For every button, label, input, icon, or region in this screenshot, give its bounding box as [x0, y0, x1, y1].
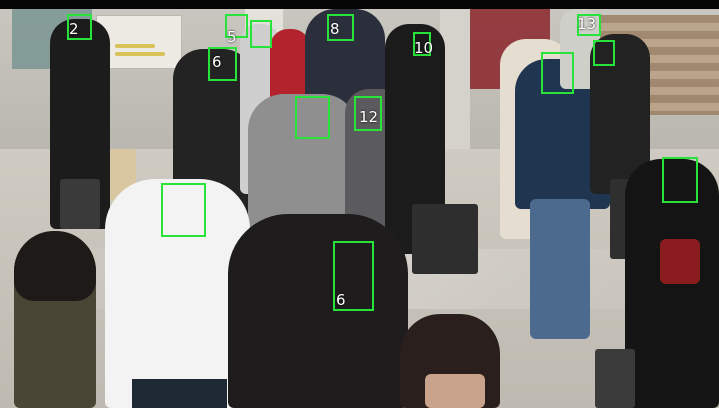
- face-id-label: 8: [330, 20, 340, 38]
- face-detection-box: [541, 52, 574, 94]
- person: [228, 214, 408, 408]
- face-id-label: 12: [359, 108, 379, 126]
- face-detection-box: [161, 183, 206, 237]
- person: [425, 374, 485, 408]
- face-id-label: 6: [212, 53, 222, 71]
- person: [132, 379, 227, 408]
- face-detection-box: [662, 157, 698, 203]
- face-id-label: 13: [577, 15, 597, 33]
- luggage: [595, 349, 635, 408]
- face-id-label: 6: [336, 291, 346, 309]
- face-detection-box: [250, 20, 272, 48]
- luggage: [412, 204, 478, 274]
- person: [14, 231, 96, 301]
- surveillance-frame: 2 5 8 10 13 6 12 6: [0, 0, 719, 408]
- face-id-label: 5: [227, 28, 237, 46]
- face-detection-box: [593, 40, 615, 66]
- luggage: [60, 179, 100, 229]
- person: [530, 199, 590, 339]
- face-id-label: 2: [69, 20, 79, 38]
- camera-feed: [0, 9, 719, 408]
- face-id-label: 10: [414, 39, 434, 57]
- top-letterbox: [0, 0, 719, 9]
- face-detection-box: [295, 96, 330, 139]
- person: [660, 239, 700, 284]
